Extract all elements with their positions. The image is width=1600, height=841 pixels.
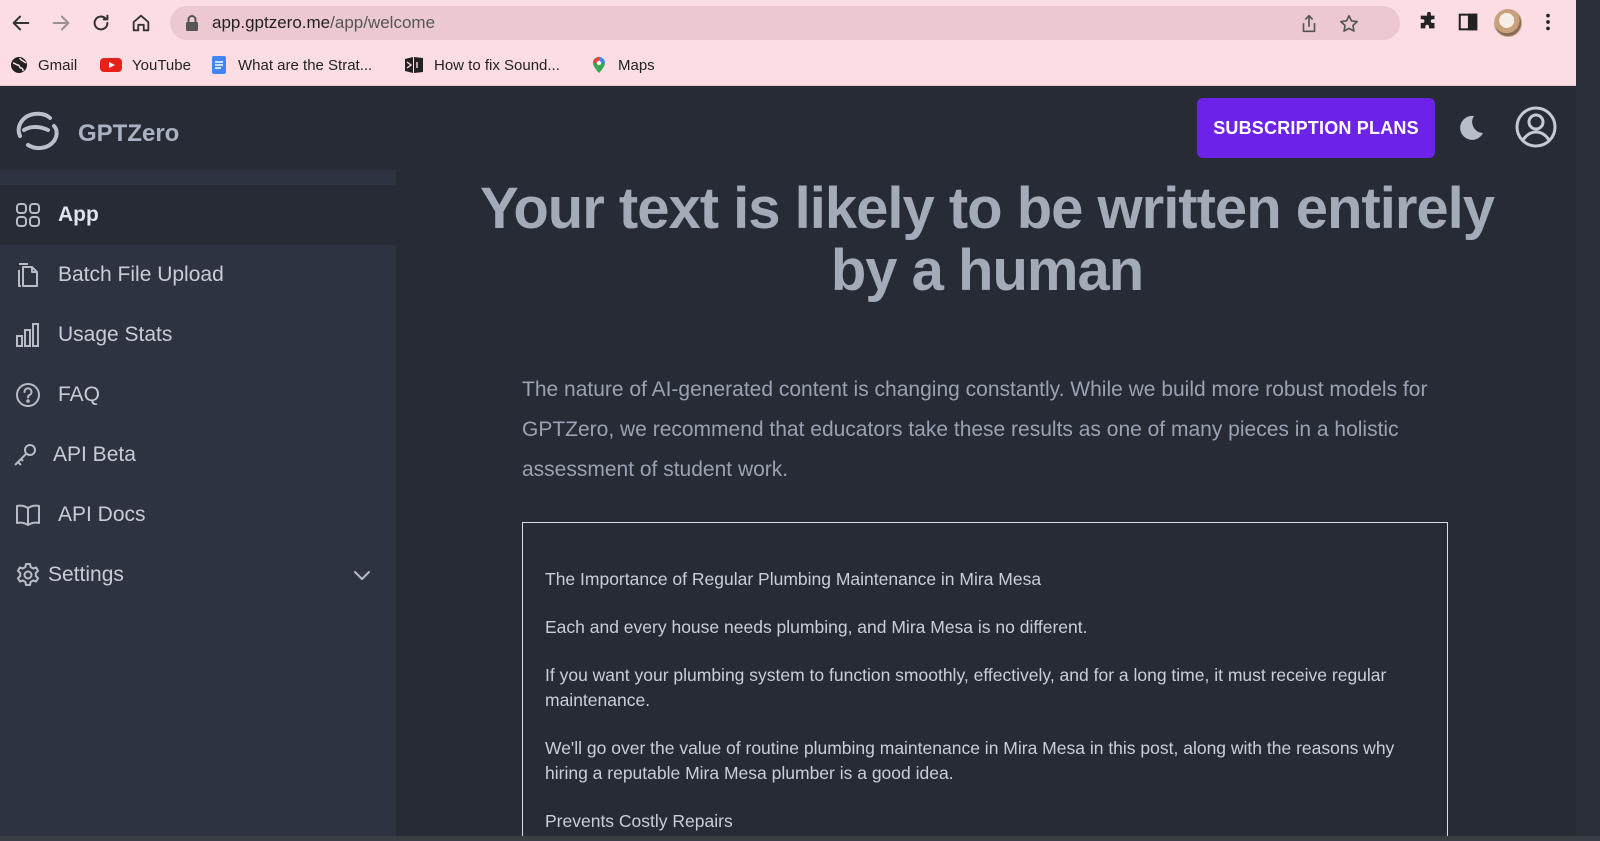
bookmark-label: Maps (618, 56, 655, 74)
gear-icon (16, 563, 40, 586)
sidebar-item-settings[interactable]: Settings (0, 545, 396, 605)
sidebar-item-label: Settings (48, 563, 124, 586)
browser-window: app.gptzero.me/app/welcome Gmail YouTube (0, 0, 1576, 836)
sidebar-item-app[interactable]: App (0, 185, 396, 245)
sidebar-item-label: Usage Stats (58, 323, 173, 346)
sidebar: App Batch File Upload Usage Stats FAQ AP… (0, 170, 396, 836)
sidebar-item-faq[interactable]: FAQ (0, 365, 396, 425)
text-paragraph: We'll go over the value of routine plumb… (545, 738, 1395, 783)
main-content: Your text is likely to be written entire… (396, 170, 1576, 836)
home-icon[interactable] (126, 8, 156, 38)
forward-icon[interactable] (46, 8, 76, 38)
text-paragraph: If you want your plumbing system to func… (545, 665, 1387, 710)
url-host: app.gptzero.me (212, 13, 331, 32)
brand-name[interactable]: GPTZero (78, 120, 179, 148)
desktop-edge (1576, 0, 1600, 836)
url-text: app.gptzero.me/app/welcome (212, 13, 435, 33)
files-icon (18, 263, 38, 287)
back-icon[interactable] (6, 8, 36, 38)
windows-icon (405, 57, 423, 73)
lock-icon (186, 15, 198, 31)
sidebar-item-label: FAQ (58, 383, 101, 406)
grid-icon (16, 203, 40, 227)
extensions-icon[interactable] (1416, 9, 1442, 35)
star-icon[interactable] (1338, 13, 1360, 35)
result-headline: Your text is likely to be written entire… (479, 176, 1495, 303)
book-icon (16, 504, 40, 526)
subscription-plans-button[interactable]: SUBSCRIPTION PLANS (1197, 98, 1435, 158)
sidebar-item-api-beta[interactable]: API Beta (0, 425, 396, 485)
globe-icon (11, 57, 27, 73)
share-icon[interactable] (1298, 13, 1320, 35)
more-menu-icon[interactable] (1535, 9, 1561, 35)
bookmark-maps[interactable]: Maps (590, 52, 655, 78)
sidebar-item-batch-file-upload[interactable]: Batch File Upload (0, 245, 396, 305)
browser-toolbar: app.gptzero.me/app/welcome Gmail YouTube (0, 0, 1576, 86)
bar-chart-icon (16, 323, 39, 347)
sidebar-item-label: API Docs (58, 503, 146, 526)
account-icon[interactable] (1514, 105, 1558, 149)
address-bar[interactable]: app.gptzero.me/app/welcome (170, 6, 1400, 40)
bookmark-gmail[interactable]: Gmail (10, 52, 77, 78)
bookmark-label: Gmail (38, 56, 78, 74)
bookmark-youtube[interactable]: YouTube (100, 52, 191, 78)
maps-icon (593, 57, 605, 73)
youtube-icon (100, 58, 122, 72)
url-path: /app/welcome (330, 13, 436, 32)
text-paragraph: Prevents Costly Repairs (545, 811, 733, 831)
sidebar-item-label: API Beta (53, 443, 136, 466)
sidebar-item-label: App (58, 203, 99, 226)
text-paragraph: The Importance of Regular Plumbing Maint… (545, 569, 1042, 589)
key-icon (14, 444, 36, 466)
desktop-taskbar (0, 836, 1600, 841)
gptzero-logo-icon[interactable] (14, 110, 60, 154)
reload-icon[interactable] (86, 8, 116, 38)
help-circle-icon (16, 383, 40, 407)
dark-mode-moon-icon[interactable] (1454, 112, 1486, 144)
bookmark-strat[interactable]: What are the Strat... (210, 52, 372, 78)
sidebar-item-api-docs[interactable]: API Docs (0, 485, 396, 545)
profile-avatar[interactable] (1494, 9, 1522, 37)
side-panel-icon[interactable] (1455, 9, 1481, 35)
sidebar-item-label: Batch File Upload (58, 263, 224, 286)
chevron-down-icon[interactable] (350, 563, 374, 587)
bookmark-label: YouTube (132, 56, 191, 74)
bookmark-label: How to fix Sound... (434, 56, 560, 74)
text-paragraph: Each and every house needs plumbing, and… (545, 617, 1088, 637)
sidebar-item-usage-stats[interactable]: Usage Stats (0, 305, 396, 365)
submitted-text-box[interactable]: The Importance of Regular Plumbing Maint… (522, 522, 1448, 836)
bookmark-sound[interactable]: How to fix Sound... (404, 52, 560, 78)
disclaimer-text: The nature of AI-generated content is ch… (522, 378, 1428, 481)
bookmarks-bar: Gmail YouTube What are the Strat... How … (0, 50, 1576, 80)
docs-icon (212, 56, 226, 74)
app-header: GPTZero SUBSCRIPTION PLANS (0, 86, 1576, 170)
bookmark-label: What are the Strat... (238, 56, 373, 74)
